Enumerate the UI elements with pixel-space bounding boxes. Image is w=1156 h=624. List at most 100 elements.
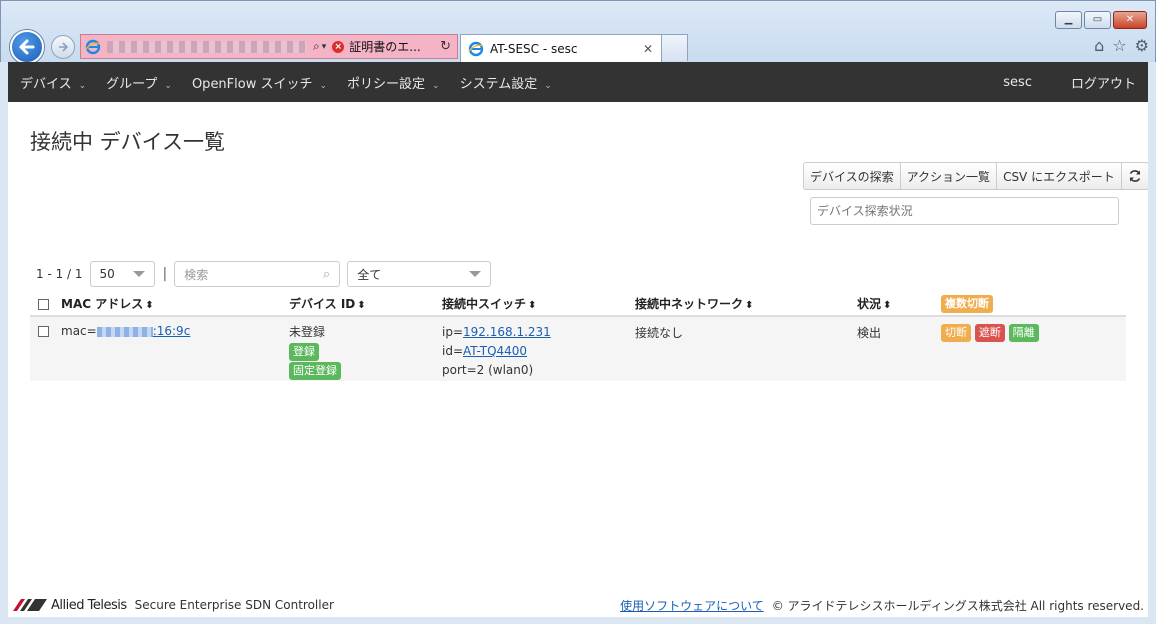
switch-id-link[interactable]: AT-TQ4400: [463, 344, 527, 358]
nav-system-settings[interactable]: システム設定 ⌄: [450, 73, 562, 92]
search-icon[interactable]: ⌕: [313, 39, 320, 54]
certificate-error-text[interactable]: 証明書のエ...: [349, 38, 420, 55]
header-switch-label: 接続中スイッチ: [442, 297, 527, 311]
address-bar[interactable]: ⌕ ▾ × 証明書のエ... ↻: [80, 34, 458, 59]
refresh-button[interactable]: [1121, 162, 1148, 190]
dropdown-arrow-icon: [132, 271, 145, 277]
maximize-icon: ▭: [1092, 14, 1103, 25]
refresh-icon: [1129, 170, 1140, 182]
logout-link[interactable]: ログアウト: [1071, 73, 1136, 92]
status-filter-select[interactable]: 全て: [347, 261, 492, 287]
close-tab-icon[interactable]: ✕: [643, 42, 653, 56]
refresh-icon[interactable]: ↻: [440, 39, 451, 54]
top-navbar: デバイス ⌄ グループ ⌄ OpenFlow スイッチ ⌄ ポリシー設定 ⌄ システム設…: [8, 62, 1148, 102]
actions-cell: 切断 遮断 隔離: [941, 316, 1126, 381]
nav-openflow-switch[interactable]: OpenFlow スイッチ ⌄: [182, 73, 337, 92]
nav-policy-settings[interactable]: ポリシー設定 ⌄: [337, 73, 450, 92]
fixed-register-button[interactable]: 固定登録: [289, 362, 341, 380]
header-status-label: 状況: [857, 297, 882, 311]
device-id-value: 未登録: [289, 325, 326, 339]
page-title: 接続中 デバイス一覧: [30, 130, 226, 154]
sort-icon: ⬍: [357, 300, 366, 311]
browser-tab[interactable]: AT-SESC - sesc ✕: [460, 34, 662, 63]
allied-telesis-logo-icon: [13, 599, 47, 611]
header-network[interactable]: 接続中ネットワーク ⬍: [635, 292, 857, 317]
select-all-cell: [30, 292, 61, 317]
header-status[interactable]: 状況 ⬍: [857, 292, 941, 317]
header-actions: 複数切断: [941, 292, 1126, 317]
back-button[interactable]: [10, 30, 44, 64]
disconnect-button[interactable]: 切断: [941, 324, 971, 342]
company-logo: Allied Telesis Secure Enterprise SDN Con…: [13, 598, 334, 613]
chevron-down-icon[interactable]: ▾: [322, 42, 327, 52]
device-id-cell: 未登録 登録 固定登録: [289, 316, 442, 381]
nav-devices[interactable]: デバイス ⌄: [8, 73, 96, 92]
brand-name: Allied Telesis: [51, 597, 127, 613]
search-placeholder: 検索: [184, 267, 209, 282]
row-checkbox[interactable]: [38, 326, 49, 337]
network-value: 接続なし: [635, 326, 684, 340]
select-all-checkbox[interactable]: [38, 298, 49, 310]
chevron-down-icon: ⌄: [432, 80, 440, 91]
action-list-button[interactable]: アクション一覧: [900, 162, 998, 190]
nav-label: デバイス: [20, 76, 72, 92]
per-page-select[interactable]: 50: [89, 261, 155, 287]
browser-chrome: ▁ ▭ ✕ ⌕ ▾ × 証明書のエ... ↻ AT-SESC - sesc ✕ …: [0, 0, 1156, 64]
certificate-error-icon: ×: [332, 40, 345, 53]
window-controls: ▁ ▭ ✕: [1055, 11, 1147, 29]
nav-label: OpenFlow スイッチ: [191, 76, 313, 92]
mac-cell: mac= :16:9c: [61, 316, 289, 381]
discovery-status-field[interactable]: [810, 197, 1119, 225]
discover-devices-button[interactable]: デバイスの探索: [803, 162, 901, 190]
forward-button[interactable]: [51, 35, 75, 59]
tab-title: AT-SESC - sesc: [490, 42, 578, 56]
header-switch[interactable]: 接続中スイッチ ⬍: [442, 292, 635, 317]
software-info-link[interactable]: 使用ソフトウェアについて: [620, 597, 764, 614]
page-viewport: デバイス ⌄ グループ ⌄ OpenFlow スイッチ ⌄ ポリシー設定 ⌄ システム設…: [8, 62, 1148, 617]
status-value: 検出: [857, 326, 882, 340]
home-icon[interactable]: ⌂: [1094, 36, 1104, 55]
browser-tools: ⌂ ☆ ⚙: [1094, 36, 1149, 55]
nav-label: システム設定: [459, 76, 538, 92]
maximize-button[interactable]: ▭: [1084, 11, 1111, 29]
nav-label: グループ: [106, 76, 158, 92]
device-table: MAC アドレス ⬍ デバイス ID ⬍ 接続中スイッチ ⬍ 接続中ネットワーク ⬍ 状…: [30, 292, 1126, 381]
chevron-down-icon: ⌄: [319, 80, 328, 91]
per-page-value: 50: [99, 267, 115, 281]
nav-groups[interactable]: グループ ⌄: [96, 73, 182, 92]
copyright-text: © アライドテレシスホールディングス株式会社 All rights reserv…: [771, 598, 1144, 613]
star-icon[interactable]: ☆: [1112, 36, 1126, 55]
status-cell: 検出: [857, 316, 941, 381]
id-prefix: id=: [442, 344, 464, 358]
page-footer: Allied Telesis Secure Enterprise SDN Con…: [8, 593, 1148, 617]
pagination-range: 1 - 1 / 1: [36, 267, 83, 281]
sort-icon: ⬍: [145, 300, 154, 311]
search-input[interactable]: 検索 ⌕: [174, 261, 341, 287]
arrow-left-icon: [19, 39, 35, 55]
register-button[interactable]: 登録: [289, 343, 319, 361]
port-value: port=2 (wlan0): [442, 363, 534, 377]
header-device-id-label: デバイス ID: [289, 297, 356, 311]
new-tab-button[interactable]: [662, 34, 688, 61]
toolbar-button-group: デバイスの探索 アクション一覧 CSV にエクスポート: [803, 162, 1148, 190]
header-mac[interactable]: MAC アドレス ⬍: [61, 292, 289, 317]
mac-link[interactable]: :16:9c: [153, 324, 191, 338]
close-window-button[interactable]: ✕: [1113, 11, 1147, 29]
block-button[interactable]: 遮断: [974, 324, 1005, 342]
row-select-cell: [30, 316, 61, 381]
ie-icon: [85, 39, 101, 54]
export-csv-button[interactable]: CSV にエクスポート: [997, 162, 1122, 190]
footer-right: 使用ソフトウェアについて © アライドテレシスホールディングス株式会社 All …: [620, 597, 1144, 614]
header-device-id[interactable]: デバイス ID ⬍: [289, 292, 442, 317]
ip-link[interactable]: 192.168.1.231: [463, 325, 551, 339]
gear-icon[interactable]: ⚙: [1135, 36, 1149, 55]
bulk-disconnect-button[interactable]: 複数切断: [941, 294, 993, 313]
minimize-button[interactable]: ▁: [1055, 11, 1082, 29]
redacted-mac: [96, 326, 153, 337]
isolate-button[interactable]: 隔離: [1008, 324, 1039, 342]
dropdown-arrow-icon: [469, 271, 482, 277]
current-user[interactable]: sesc: [1003, 75, 1032, 90]
table-row: mac=:16:9c 未登録 登録 固定登録 ip=192.168.1.231 …: [30, 316, 1126, 381]
mac-prefix: mac=: [61, 324, 97, 338]
header-network-label: 接続中ネットワーク: [635, 297, 744, 311]
